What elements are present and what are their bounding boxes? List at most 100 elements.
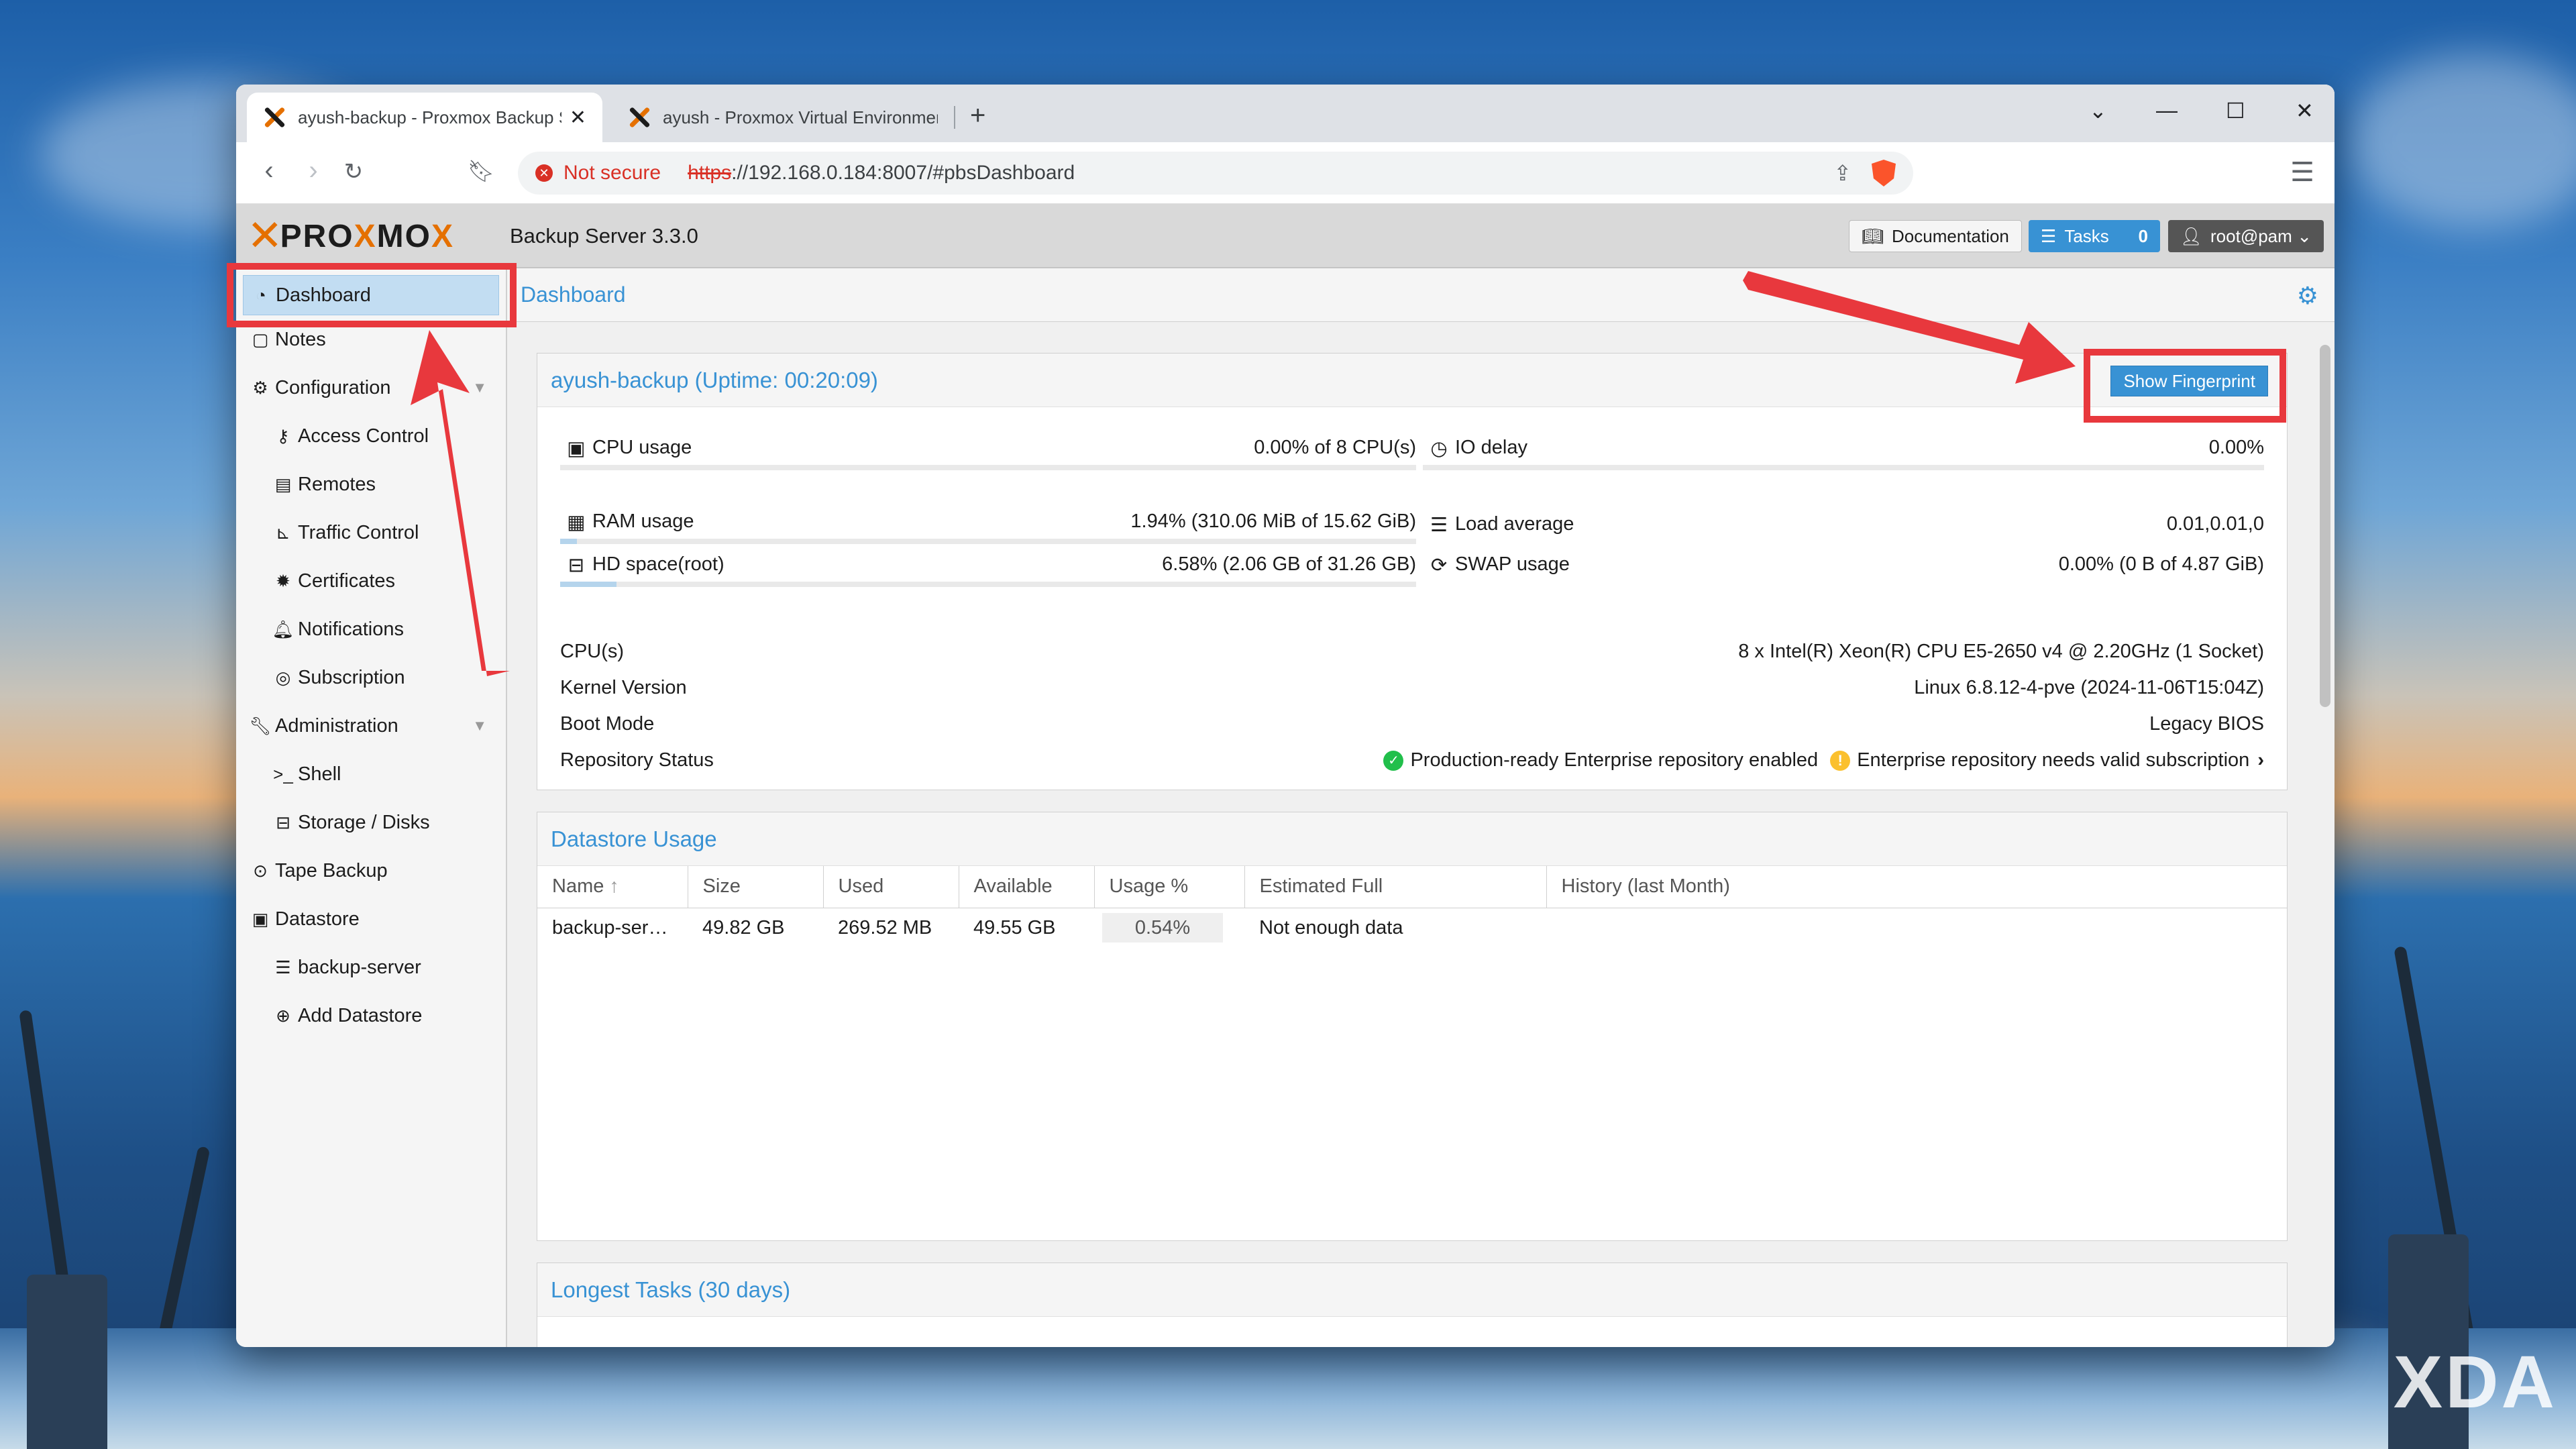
tasks-button[interactable]: ☰ Tasks 0	[2029, 220, 2160, 252]
column-header-name[interactable]: Name ↑	[537, 866, 688, 908]
column-header-estimated-full[interactable]: Estimated Full	[1244, 866, 1547, 908]
sidebar-item-label: Tape Backup	[275, 859, 388, 881]
close-icon[interactable]: ✕	[570, 106, 586, 129]
refresh-icon: ⟳	[1430, 555, 1448, 576]
sidebar-item-dashboard[interactable]: ◔ Dashboard	[243, 275, 499, 315]
tab-proxmox-ve[interactable]: ayush - Proxmox Virtual Environment	[612, 93, 954, 142]
vertical-scrollbar[interactable]	[2316, 322, 2334, 1347]
sidebar-item-access-control[interactable]: ⚷ Access Control	[236, 412, 506, 460]
reload-icon[interactable]: ↻	[337, 158, 370, 185]
sidebar-item-label: Access Control	[298, 425, 429, 447]
repo-warn-text: Enterprise repository needs valid subscr…	[1857, 749, 2250, 771]
sidebar-item-notes[interactable]: ▢ Notes	[236, 315, 506, 364]
collapse-caret-icon[interactable]: ▼	[472, 717, 487, 735]
share-icon[interactable]: ⇪	[1833, 160, 1851, 186]
sidebar-item-administration[interactable]: 🔧︎ Administration ▼	[236, 702, 506, 750]
info-row-boot-mode: Boot Mode Legacy BIOS	[560, 713, 2264, 735]
documentation-button[interactable]: 📖︎ Documentation	[1849, 220, 2022, 252]
column-header-usage[interactable]: Usage %	[1094, 866, 1245, 908]
sidebar-item-shell[interactable]: >_ Shell	[236, 750, 506, 798]
sidebar-item-tape-backup[interactable]: ⊙ Tape Backup	[236, 847, 506, 895]
sidebar-item-traffic-control[interactable]: ⊾ Traffic Control	[236, 508, 506, 557]
ram-usage-bar	[560, 539, 1416, 544]
back-icon[interactable]: ‹	[252, 156, 286, 186]
column-header-available[interactable]: Available	[959, 866, 1095, 908]
swap-usage-value: 0.00% (0 B of 4.87 GiB)	[2058, 553, 2264, 575]
info-value: Legacy BIOS	[2149, 713, 2264, 735]
ram-usage-label: RAM usage	[592, 511, 694, 532]
sidebar-item-configuration[interactable]: ⚙ Configuration ▼	[236, 364, 506, 412]
user-menu-button[interactable]: 👤︎ root@pam ⌄	[2168, 220, 2324, 252]
chart-icon: ⊾	[276, 522, 290, 543]
memory-icon: ▦	[567, 512, 586, 533]
load-average-label: Load average	[1455, 513, 1574, 535]
collapse-caret-icon[interactable]: ▼	[472, 379, 487, 396]
info-label: Repository Status	[560, 749, 714, 771]
cell-estimated-full: Not enough data	[1259, 916, 1403, 938]
ram-usage-stat: ▦ RAM usage 1.94% (310.06 MiB of 15.62 G…	[560, 511, 1416, 548]
address-bar[interactable]: ✕ Not secure https ://192.168.0.184:8007…	[518, 152, 1913, 195]
info-value: Linux 6.8.12-4-pve (2024-11-06T15:04Z)	[1914, 677, 2264, 698]
close-window-icon[interactable]: ✕	[2296, 98, 2314, 123]
load-average-stat: ☰ Load average 0.01,0.01,0	[1423, 513, 2264, 540]
dashboard-icon: ◔	[256, 284, 266, 305]
cpu-usage-bar	[560, 465, 1416, 470]
io-delay-value: 0.00%	[2208, 437, 2264, 458]
not-secure-label[interactable]: Not secure	[564, 162, 661, 184]
brave-shield-icon[interactable]	[1872, 160, 1896, 186]
sidebar-item-certificates[interactable]: ✹ Certificates	[236, 557, 506, 605]
bell-icon: 🔔︎	[272, 619, 294, 639]
server-icon: ▤	[274, 474, 292, 494]
new-tab-icon[interactable]: +	[970, 101, 985, 131]
dashboard-scroll-area[interactable]: ayush-backup (Uptime: 00:20:09) Show Fin…	[507, 322, 2334, 1347]
hd-space-bar	[560, 582, 1416, 587]
tasks-label: Tasks	[2064, 225, 2109, 246]
note-icon: ▢	[252, 329, 269, 350]
minimize-icon[interactable]: —	[2156, 98, 2178, 123]
show-fingerprint-button[interactable]: Show Fingerprint	[2110, 366, 2268, 396]
sidebar-item-add-datastore[interactable]: ⊕ Add Datastore	[236, 991, 506, 1040]
tape-icon: ⊙	[253, 860, 268, 881]
longest-tasks-panel: Longest Tasks (30 days)	[537, 1263, 2288, 1347]
exclamation-circle-icon: !	[1830, 750, 1851, 771]
table-row[interactable]: backup-ser… 49.82 GB 269.52 MB 49.55 GB …	[537, 908, 2287, 948]
tab-search-icon[interactable]: ⌄	[2089, 98, 2107, 123]
sidebar-item-datastore[interactable]: ▣ Datastore	[236, 895, 506, 943]
product-version: Backup Server 3.3.0	[510, 224, 698, 248]
sidebar-item-remotes[interactable]: ▤ Remotes	[236, 460, 506, 508]
swap-usage-label: SWAP usage	[1455, 553, 1570, 575]
database-icon: ☰	[275, 957, 291, 977]
cpu-usage-stat: ▣ CPU usage 0.00% of 8 CPU(s)	[560, 437, 1416, 474]
sidebar-item-label: Certificates	[298, 570, 396, 592]
forward-icon[interactable]: ›	[297, 156, 330, 186]
bookmark-icon[interactable]: 🔖︎	[464, 158, 498, 184]
node-status-title: ayush-backup (Uptime: 00:20:09)	[537, 354, 2287, 407]
sidebar-item-label: Configuration	[275, 376, 391, 398]
sidebar-item-storage-disks[interactable]: ⊟ Storage / Disks	[236, 798, 506, 847]
hd-space-value: 6.58% (2.06 GB of 31.26 GB)	[1162, 553, 1416, 575]
sidebar-item-subscription[interactable]: ◎ Subscription	[236, 653, 506, 702]
repository-status-value[interactable]: ✓ Production-ready Enterprise repository…	[1383, 749, 2264, 771]
cogs-icon: ⚙	[252, 377, 268, 398]
sidebar-item-label: Notifications	[298, 618, 404, 640]
check-circle-icon: ✓	[1383, 750, 1404, 771]
browser-toolbar: ‹ › ↻ 🔖︎ ✕ Not secure https ://192.168.0…	[236, 142, 2334, 204]
column-header-used[interactable]: Used	[823, 866, 959, 908]
tab-proxmox-backup[interactable]: ayush-backup - Proxmox Backup Server ✕	[247, 93, 602, 142]
load-average-value: 0.01,0.01,0	[2166, 513, 2264, 535]
info-row-repository[interactable]: Repository Status ✓ Production-ready Ent…	[560, 749, 2264, 771]
gear-icon[interactable]: ⚙	[2297, 282, 2318, 310]
sidebar-item-notifications[interactable]: 🔔︎ Notifications	[236, 605, 506, 653]
hamburger-menu-icon[interactable]: ☰	[2290, 157, 2314, 188]
sidebar-item-backup-server[interactable]: ☰ backup-server	[236, 943, 506, 991]
column-header-history[interactable]: History (last Month)	[1546, 866, 2287, 908]
maximize-icon[interactable]: ☐	[2226, 98, 2245, 123]
certificate-icon: ✹	[276, 570, 290, 591]
terminal-icon: >_	[273, 763, 293, 784]
wrench-icon: 🔧︎	[249, 715, 272, 736]
sidebar-item-label: Remotes	[298, 473, 376, 495]
scrollbar-thumb[interactable]	[2320, 345, 2330, 707]
info-label: Kernel Version	[560, 677, 687, 698]
sidebar-item-label: Subscription	[298, 666, 405, 688]
column-header-size[interactable]: Size	[688, 866, 824, 908]
